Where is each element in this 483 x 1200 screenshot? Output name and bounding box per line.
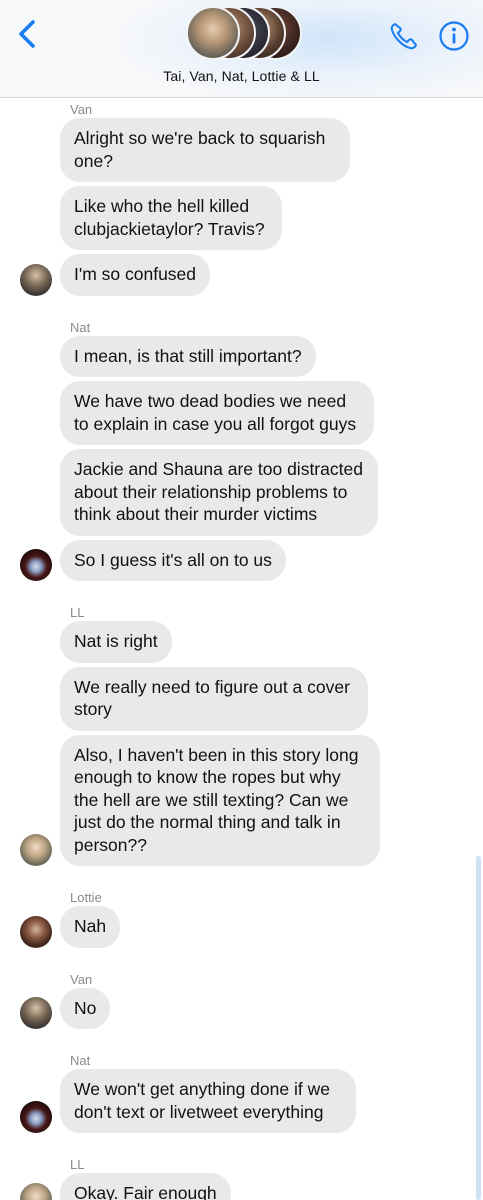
sender-name: Nat	[70, 319, 91, 335]
avatar-nat[interactable]	[20, 549, 52, 581]
message-group: Lottie Nah	[0, 886, 483, 952]
message-bubble[interactable]: We really need to figure out a cover sto…	[60, 666, 368, 731]
message-group: Van No	[0, 968, 483, 1034]
avatar-ll[interactable]	[20, 834, 52, 866]
message-bubble[interactable]: Also, I haven't been in this story long …	[60, 734, 380, 866]
sender-name: LL	[70, 605, 85, 620]
message-thread[interactable]: Van Alright so we're back to squarish on…	[0, 98, 483, 1200]
message-bubble[interactable]: Nah	[60, 906, 121, 948]
message-bubble[interactable]: I'm so confused	[60, 254, 211, 296]
chevron-left-icon	[19, 20, 35, 48]
message-group: Nat I mean, is that still important? We …	[0, 316, 483, 586]
sender-name: Nat	[70, 1053, 91, 1068]
info-button[interactable]	[438, 20, 470, 52]
sender-name: Van	[70, 102, 93, 117]
avatar-van[interactable]	[20, 263, 52, 296]
avatar-van[interactable]	[20, 997, 52, 1029]
sender-name: Van	[70, 971, 93, 987]
message-bubble[interactable]: I mean, is that still important?	[60, 335, 316, 377]
conversation-title[interactable]: Tai, Van, Nat, Lottie & LL	[0, 68, 483, 84]
avatar-lottie[interactable]	[20, 915, 52, 948]
message-bubble[interactable]: We have two dead bodies we need to expla…	[60, 381, 374, 445]
message-bubble[interactable]: So I guess it's all on to us	[60, 539, 286, 581]
message-group: Van Alright so we're back to squarish on…	[0, 98, 483, 300]
group-avatar-stack[interactable]	[186, 6, 306, 62]
message-group: LL Okay. Fair enough	[0, 1153, 483, 1200]
message-bubble[interactable]: Like who the hell killed clubjackietaylo…	[60, 186, 282, 250]
info-icon	[439, 21, 469, 51]
call-button[interactable]	[388, 20, 420, 52]
message-bubble[interactable]: Nat is right	[60, 621, 172, 663]
message-bubble[interactable]: Okay. Fair enough	[60, 1173, 231, 1200]
message-bubble[interactable]: Jackie and Shauna are too distracted abo…	[60, 449, 378, 536]
message-bubble[interactable]: No	[60, 987, 111, 1029]
phone-icon	[390, 23, 417, 50]
conversation-header: Tai, Van, Nat, Lottie & LL	[0, 0, 483, 98]
sender-name: Lottie	[70, 890, 102, 905]
sender-name: LL	[70, 1157, 85, 1172]
scrollbar[interactable]	[476, 856, 481, 1200]
avatar-ll[interactable]	[20, 1182, 52, 1200]
message-group: Nat We won't get anything done if we don…	[0, 1049, 483, 1137]
back-button[interactable]	[14, 18, 42, 50]
avatar-nat[interactable]	[20, 1101, 52, 1133]
message-bubble[interactable]: Alright so we're back to squarish one?	[60, 118, 350, 182]
group-avatar	[186, 6, 240, 60]
message-group: LL Nat is right We really need to figure…	[0, 601, 483, 870]
message-bubble[interactable]: We won't get anything done if we don't t…	[60, 1069, 356, 1133]
